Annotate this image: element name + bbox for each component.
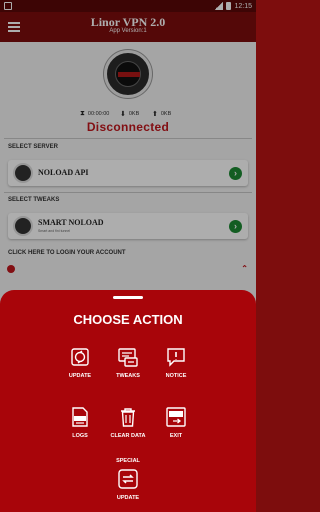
action-logs-button[interactable]: LOGS	[60, 406, 100, 452]
update-icon	[71, 348, 89, 366]
action-notice-button[interactable]: NOTICE	[156, 346, 196, 392]
notice-icon	[167, 348, 185, 367]
action-clear-data-button[interactable]: CLEAR DATA	[108, 406, 148, 452]
action-tweaks-button[interactable]: TWEAKS	[108, 346, 148, 392]
action-label: EXIT	[169, 433, 183, 439]
sheet-title: CHOOSE ACTION	[73, 312, 183, 327]
action-exit-button[interactable]: EXIT	[156, 406, 196, 452]
action-label: NOTICE	[165, 373, 187, 379]
choose-action-sheet: CHOOSE ACTION UPDATE TWEAKS NOTICE LOGS …	[0, 290, 256, 512]
drag-handle[interactable]	[113, 296, 143, 299]
special-label: SPECIAL	[116, 458, 140, 464]
logs-icon	[72, 407, 88, 427]
tweaks-icon	[118, 348, 138, 367]
refresh-icon	[118, 469, 138, 489]
exit-icon	[166, 407, 186, 427]
trash-icon	[121, 408, 135, 427]
action-special-update-button[interactable]: SPECIAL UPDATE	[108, 458, 148, 512]
action-update-button[interactable]: UPDATE	[60, 346, 100, 392]
action-label: UPDATE	[116, 495, 140, 501]
